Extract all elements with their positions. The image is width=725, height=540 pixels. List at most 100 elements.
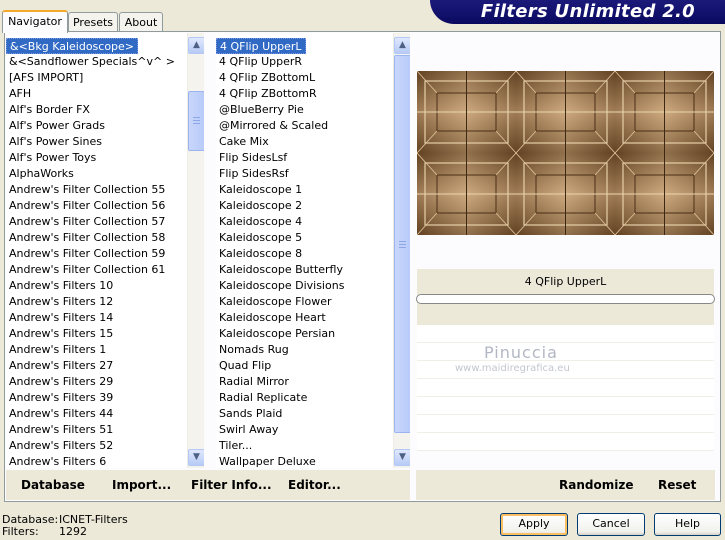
tab-presets[interactable]: Presets	[68, 12, 118, 32]
parameter-row	[417, 379, 714, 397]
category-list-item[interactable]: Andrew's Filters 14	[6, 310, 187, 326]
parameter-row	[417, 397, 714, 415]
category-list-item[interactable]: Andrew's Filters 52	[6, 438, 187, 454]
category-list-item[interactable]: Alf's Power Sines	[6, 134, 187, 150]
category-list-item[interactable]: Andrew's Filters 6	[6, 454, 187, 468]
filter-scroll-thumb[interactable]	[394, 55, 410, 433]
filter-list-item[interactable]: Tiler...	[216, 438, 393, 454]
category-list-item[interactable]: Andrew's Filters 15	[6, 326, 187, 342]
filter-list-item[interactable]: Radial Replicate	[216, 390, 393, 406]
scroll-down-icon[interactable]: ▼	[188, 449, 204, 466]
category-list-item[interactable]: Andrew's Filter Collection 57	[6, 214, 187, 230]
scroll-grip-icon	[193, 120, 200, 121]
reset-link[interactable]: Reset	[658, 478, 696, 492]
filter-list-item[interactable]: Kaleidoscope Persian	[216, 326, 393, 342]
category-list-item[interactable]: &<Sandflower Specials^v^ >	[6, 54, 187, 70]
filter-list-item[interactable]: Kaleidoscope 2	[216, 198, 393, 214]
filter-list-item[interactable]: Kaleidoscope 5	[216, 230, 393, 246]
tab-navigator[interactable]: Navigator	[2, 10, 68, 33]
randomize-link[interactable]: Randomize	[559, 478, 633, 492]
filter-list-item[interactable]: @Mirrored & Scaled	[216, 118, 393, 134]
filter-list-item[interactable]: Kaleidoscope Flower	[216, 294, 393, 310]
filter-list-item[interactable]: Nomads Rug	[216, 342, 393, 358]
editor-link[interactable]: Editor...	[288, 478, 341, 492]
filter-list-item[interactable]: 4 QFlip UpperR	[216, 54, 393, 70]
scroll-grip-icon	[399, 244, 406, 245]
filter-list-item-label: 4 QFlip UpperL	[216, 38, 306, 54]
category-list-item-label: &<Bkg Kaleidoscope>	[6, 38, 139, 54]
apply-button[interactable]: Apply	[500, 513, 568, 536]
scroll-grip-icon	[399, 247, 406, 248]
banner-title: Filters Unlimited 2.0	[480, 1, 695, 22]
category-list-item[interactable]: Andrew's Filters 29	[6, 374, 187, 390]
category-list-item[interactable]: Alf's Border FX	[6, 102, 187, 118]
filter-list-item[interactable]: Wallpaper Deluxe	[216, 454, 393, 468]
database-link[interactable]: Database	[21, 478, 85, 492]
filter-list-item[interactable]: Kaleidoscope 1	[216, 182, 393, 198]
filter-list-item[interactable]: Kaleidoscope 8	[216, 246, 393, 262]
category-list-item[interactable]: Andrew's Filters 1	[6, 342, 187, 358]
filter-list-item[interactable]: Flip SidesRsf	[216, 166, 393, 182]
category-list-item[interactable]: Andrew's Filter Collection 55	[6, 182, 187, 198]
parameter-row	[417, 343, 714, 361]
filter-list-item[interactable]: Kaleidoscope 4	[216, 214, 393, 230]
category-list-item[interactable]: AlphaWorks	[6, 166, 187, 182]
filter-list-item[interactable]: Kaleidoscope Butterfly	[216, 262, 393, 278]
preview-progress-bar	[416, 294, 715, 304]
filter-list-item[interactable]: 4 QFlip ZBottomL	[216, 70, 393, 86]
category-list-item[interactable]: Andrew's Filter Collection 59	[6, 246, 187, 262]
filter-list-item[interactable]: Quad Flip	[216, 358, 393, 374]
help-button[interactable]: Help	[654, 513, 721, 536]
category-list-item[interactable]: [AFS IMPORT]	[6, 70, 187, 86]
scroll-down-icon[interactable]: ▼	[394, 449, 410, 466]
tab-about[interactable]: About	[119, 12, 163, 32]
cancel-button[interactable]: Cancel	[577, 513, 645, 536]
category-scrollbar[interactable]: ▲ ▼	[187, 33, 204, 468]
filter-info-link[interactable]: Filter Info...	[191, 478, 272, 492]
category-list-item[interactable]: Andrew's Filters 39	[6, 390, 187, 406]
category-list-item[interactable]: AFH	[6, 86, 187, 102]
filter-list-item[interactable]: @BlueBerry Pie	[216, 102, 393, 118]
category-list-item[interactable]: Andrew's Filters 12	[6, 294, 187, 310]
preview-link-bar: Randomize Reset	[416, 470, 715, 500]
filter-list-item[interactable]: Swirl Away	[216, 422, 393, 438]
filter-list-item[interactable]: 4 QFlip ZBottomR	[216, 86, 393, 102]
scroll-grip-icon	[399, 241, 406, 242]
scroll-up-icon[interactable]: ▲	[394, 37, 410, 54]
scroll-grip-icon	[193, 123, 200, 124]
category-list-item[interactable]: Andrew's Filter Collection 56	[6, 198, 187, 214]
filter-list-item[interactable]: Radial Mirror	[216, 374, 393, 390]
category-list-item[interactable]: Andrew's Filters 27	[6, 358, 187, 374]
category-list-item[interactable]: Andrew's Filter Collection 61	[6, 262, 187, 278]
filter-list-item[interactable]: Kaleidoscope Heart	[216, 310, 393, 326]
category-list-item[interactable]: Alf's Power Grads	[6, 118, 187, 134]
list-link-bar: Database Import... Filter Info... Editor…	[6, 470, 410, 500]
filter-list-item[interactable]: Sands Plaid	[216, 406, 393, 422]
category-list-item[interactable]: Andrew's Filters 44	[6, 406, 187, 422]
preview-filter-name: 4 QFlip UpperL	[524, 275, 607, 288]
import-link[interactable]: Import...	[112, 478, 171, 492]
parameter-row	[417, 415, 714, 433]
category-list-item[interactable]: Alf's Power Toys	[6, 150, 187, 166]
filter-list-item[interactable]: 4 QFlip UpperL	[216, 38, 393, 54]
filter-list-item[interactable]: Cake Mix	[216, 134, 393, 150]
category-scroll-thumb[interactable]	[188, 91, 204, 151]
filter-items: 4 QFlip UpperL 4 QFlip UpperR 4 QFlip ZBot…	[216, 38, 393, 468]
filter-list-item[interactable]: Flip SidesLsf	[216, 150, 393, 166]
parameter-row	[417, 325, 714, 343]
parameter-row	[417, 433, 714, 451]
title-banner: Filters Unlimited 2.0	[430, 0, 725, 24]
category-list-item[interactable]: &<Bkg Kaleidoscope>	[6, 38, 187, 54]
category-list[interactable]: &<Bkg Kaleidoscope> &<Sandflower Specials…	[6, 33, 204, 468]
filter-list-item[interactable]: Kaleidoscope Divisions	[216, 278, 393, 294]
scroll-up-icon[interactable]: ▲	[188, 37, 204, 54]
kaleidoscope-pattern	[417, 71, 714, 235]
category-list-item[interactable]: Andrew's Filters 51	[6, 422, 187, 438]
status-filters: Filters: 1292	[2, 525, 87, 538]
filter-scrollbar[interactable]: ▲ ▼	[393, 33, 410, 468]
category-list-item[interactable]: Andrew's Filter Collection 58	[6, 230, 187, 246]
parameter-area	[417, 325, 714, 465]
watermark-name: Pinuccia	[484, 343, 558, 362]
filter-list[interactable]: 4 QFlip UpperL 4 QFlip UpperR 4 QFlip ZBot…	[216, 33, 410, 468]
category-list-item[interactable]: Andrew's Filters 10	[6, 278, 187, 294]
